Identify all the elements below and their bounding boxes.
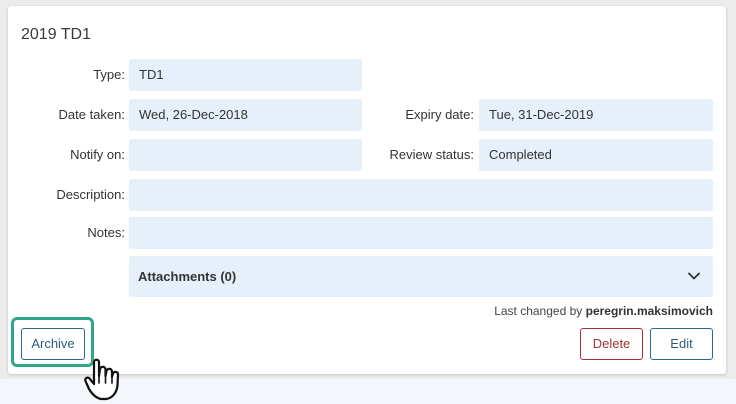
date-taken-field[interactable]: Wed, 26-Dec-2018 xyxy=(129,99,362,131)
description-field[interactable] xyxy=(129,179,713,211)
expiry-date-field[interactable]: Tue, 31-Dec-2019 xyxy=(479,99,713,131)
notes-field[interactable] xyxy=(129,217,713,249)
archive-button[interactable]: Archive xyxy=(21,328,85,360)
attachments-label: Attachments (0) xyxy=(138,269,237,284)
last-changed-prefix: Last changed by xyxy=(494,304,583,318)
notify-on-label: Notify on: xyxy=(70,147,125,162)
record-card: 2019 TD1 Type: TD1 Date taken: Wed, 26-D… xyxy=(8,6,726,374)
review-status-field[interactable]: Completed xyxy=(479,139,713,171)
expiry-date-label: Expiry date: xyxy=(405,107,474,122)
record-title: 2019 TD1 xyxy=(21,26,91,43)
notes-label: Notes: xyxy=(87,225,125,240)
notify-on-field[interactable] xyxy=(129,139,362,171)
type-label: Type: xyxy=(93,67,125,82)
delete-button[interactable]: Delete xyxy=(580,328,643,360)
attachments-accordion[interactable]: Attachments (0) xyxy=(129,256,713,297)
last-changed-info: Last changed by peregrin.maksimovich xyxy=(494,304,713,318)
review-status-label: Review status: xyxy=(389,147,474,162)
date-taken-label: Date taken: xyxy=(58,107,126,122)
description-label: Description: xyxy=(56,187,125,202)
edit-button[interactable]: Edit xyxy=(650,328,713,360)
type-field[interactable]: TD1 xyxy=(129,59,362,91)
last-changed-user: peregrin.maksimovich xyxy=(585,304,713,318)
chevron-down-icon[interactable] xyxy=(687,269,701,283)
hand-pointer-icon xyxy=(84,358,120,401)
